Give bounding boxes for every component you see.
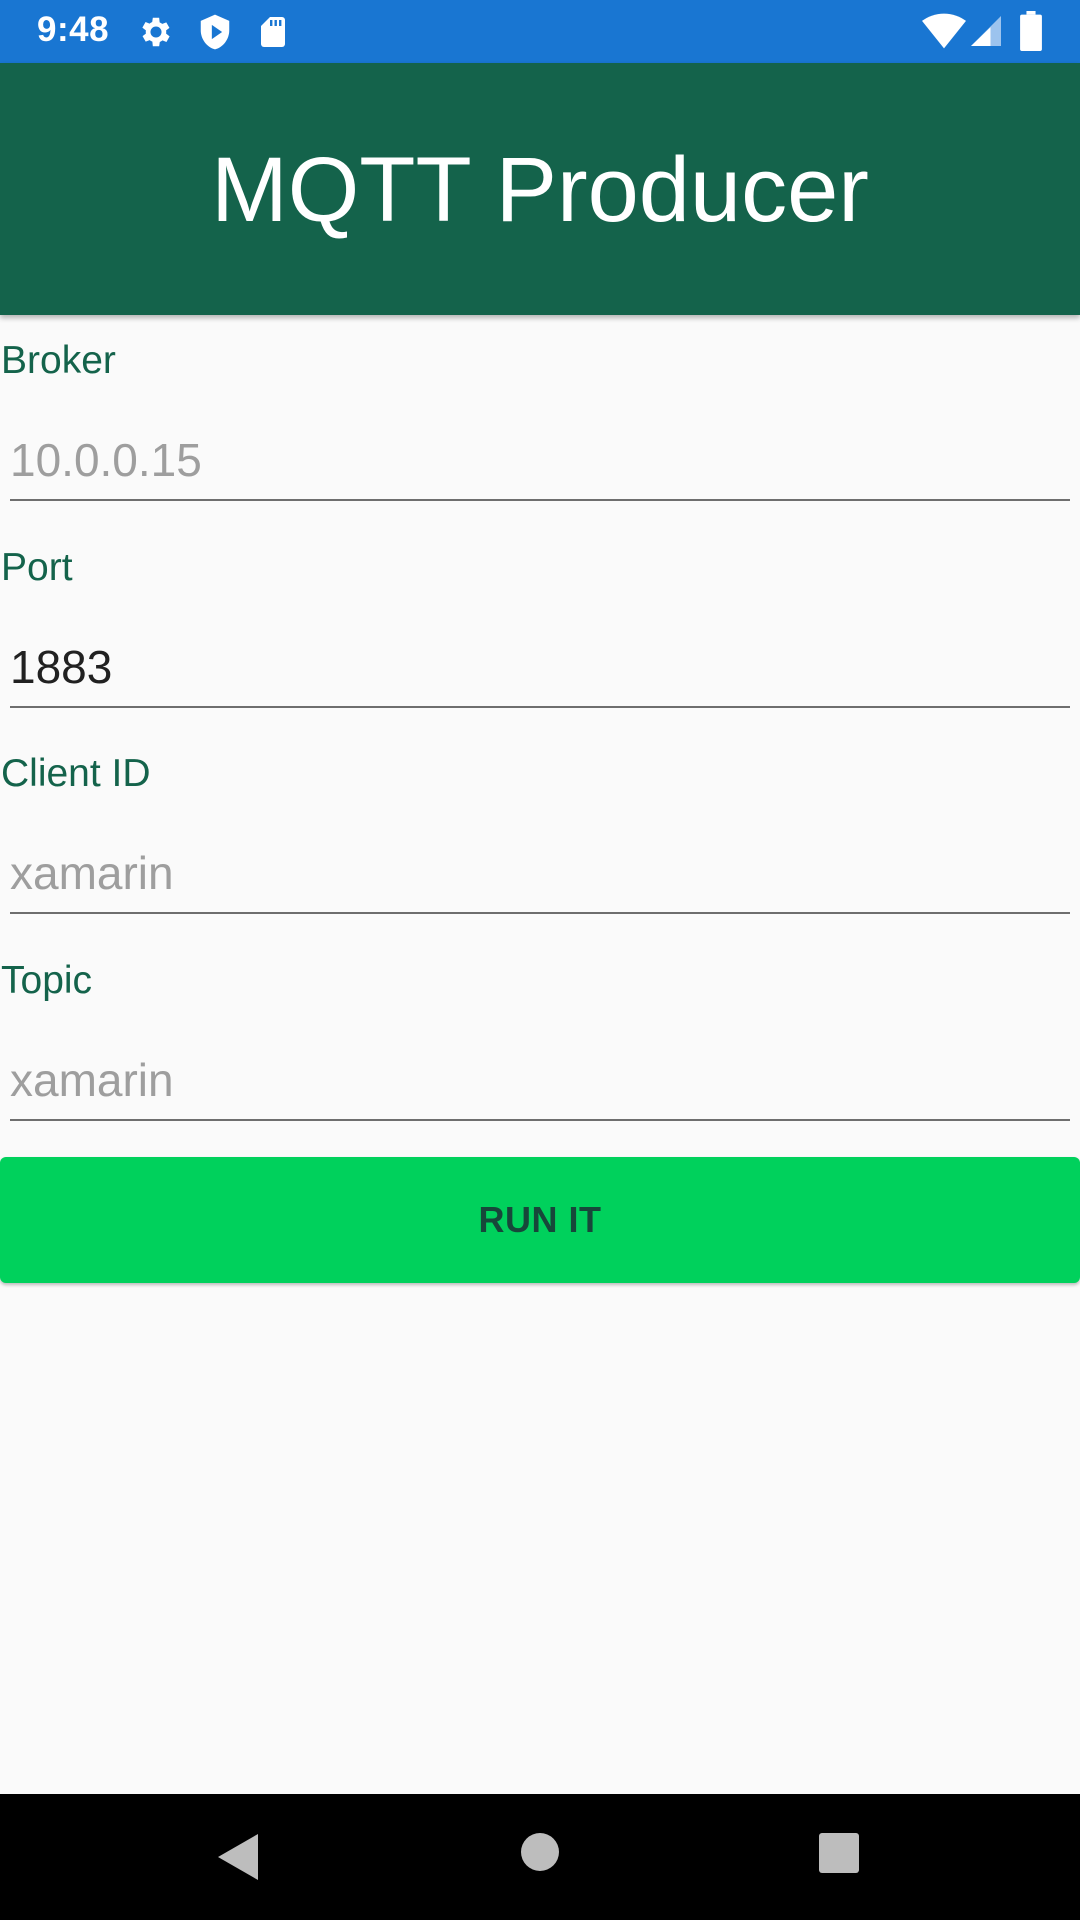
broker-label: Broker	[1, 339, 116, 382]
navigation-bar	[0, 1794, 1080, 1920]
topic-placeholder: xamarin	[10, 1054, 174, 1106]
run-button-label: RUN IT	[478, 1199, 602, 1240]
client-id-placeholder: xamarin	[10, 847, 174, 899]
page-title: MQTT Producer	[211, 138, 869, 241]
topic-field[interactable]: xamarin	[10, 1051, 1070, 1121]
recents-icon[interactable]	[818, 1832, 860, 1879]
broker-placeholder: 10.0.0.15	[10, 434, 202, 486]
status-bar: 9:48	[0, 0, 1080, 63]
back-icon[interactable]	[216, 1832, 260, 1887]
port-field[interactable]: 1883	[10, 638, 1070, 708]
client-id-label: Client ID	[1, 752, 151, 795]
wifi-icon	[922, 12, 966, 55]
sd-card-icon	[255, 13, 291, 56]
cell-signal-icon	[968, 12, 1004, 55]
home-icon[interactable]	[519, 1831, 561, 1878]
shield-play-icon	[196, 13, 234, 56]
app-bar: MQTT Producer	[0, 63, 1080, 315]
run-button[interactable]: RUN IT	[0, 1157, 1080, 1283]
port-label: Port	[1, 546, 73, 589]
client-id-field[interactable]: xamarin	[10, 844, 1070, 914]
port-value: 1883	[10, 641, 113, 693]
broker-field[interactable]: 10.0.0.15	[10, 431, 1070, 501]
battery-icon	[1019, 11, 1043, 56]
topic-label: Topic	[1, 959, 93, 1002]
status-time: 9:48	[37, 10, 110, 49]
gear-icon	[137, 13, 175, 56]
